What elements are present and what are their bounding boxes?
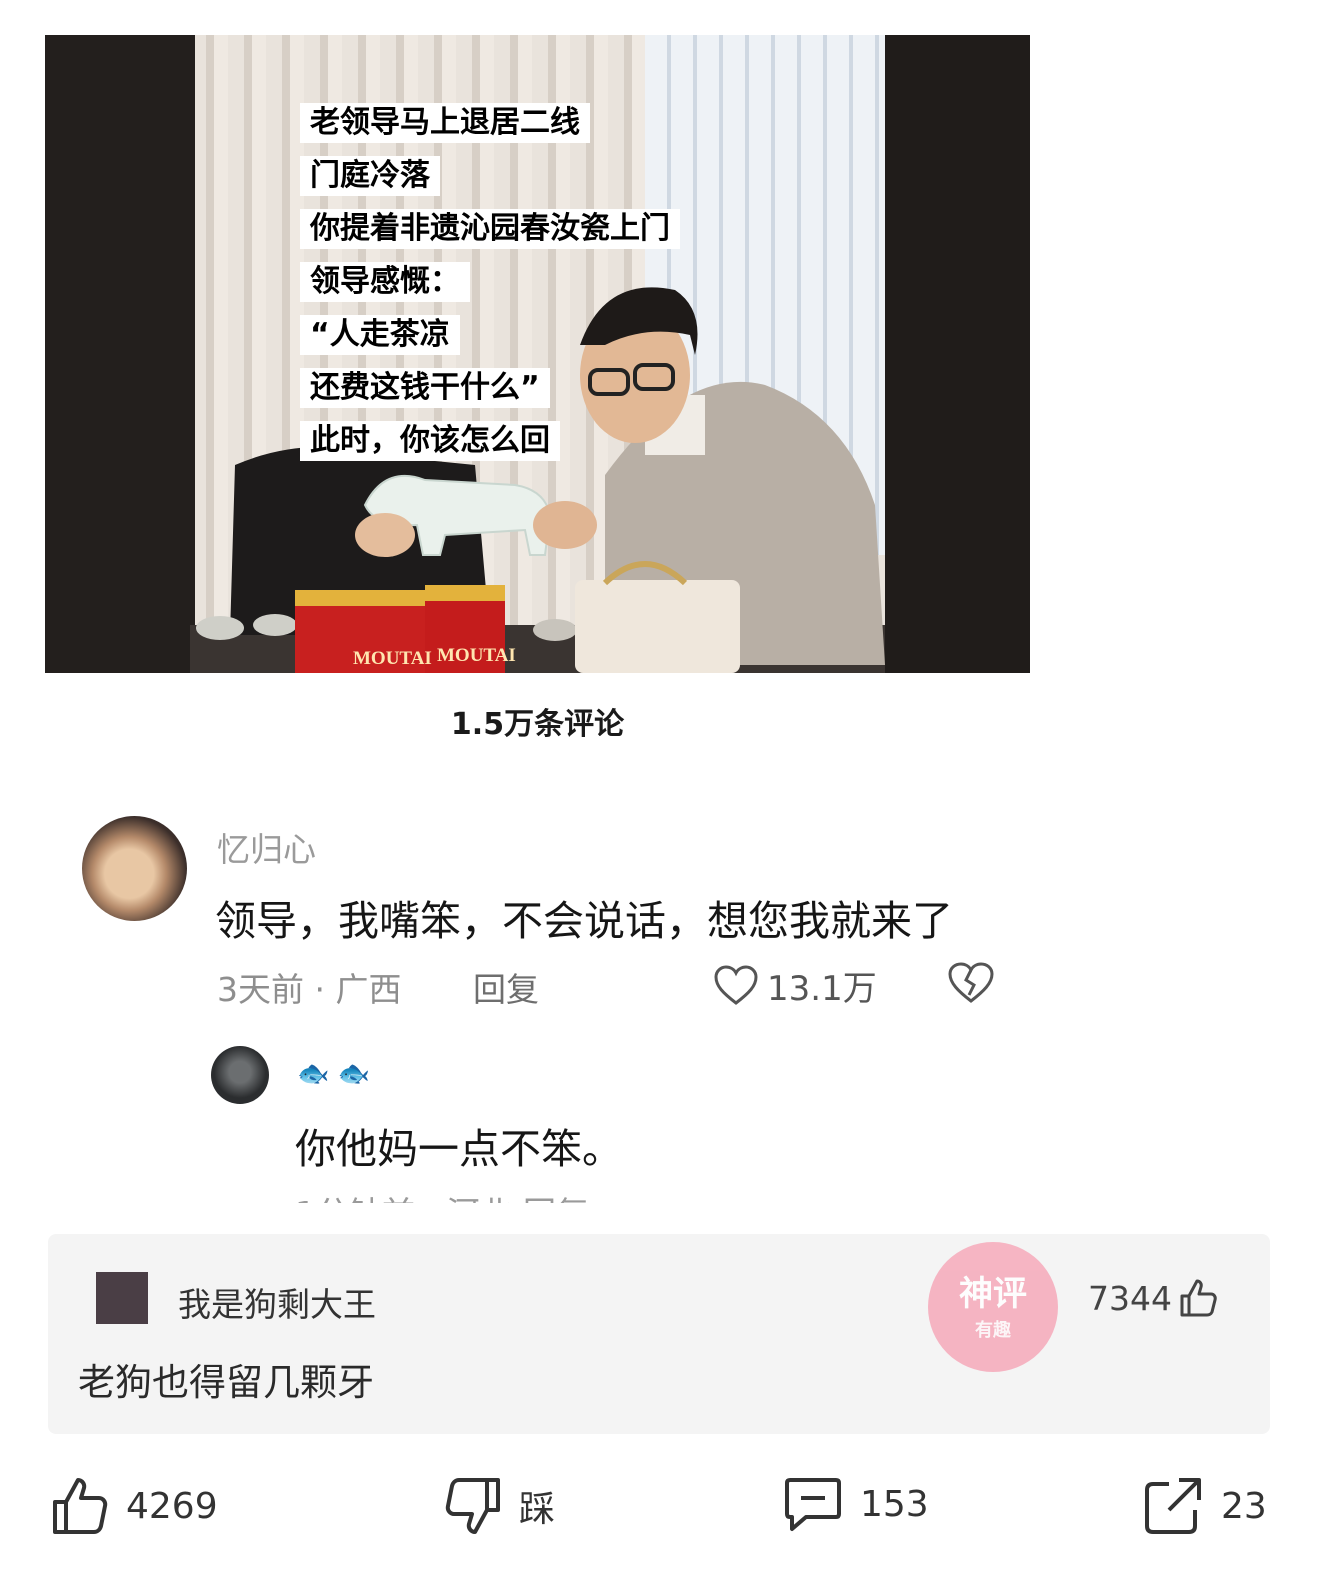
dislike-button[interactable]: 踩 <box>445 1476 555 1536</box>
caption-line: 此时，你该怎么回 <box>300 421 560 461</box>
god-comment-text: 老狗也得留几颗牙 <box>78 1361 374 1404</box>
god-comment-panel: 我是狗剩大王 老狗也得留几颗牙 神评 有趣 7344 <box>48 1234 1270 1434</box>
share-count: 23 <box>1221 1485 1267 1527</box>
comment-icon <box>785 1478 841 1531</box>
moutai-box-label-2: MOUTAI <box>437 645 516 666</box>
thumbs-up-icon <box>53 1478 108 1534</box>
comment-button[interactable]: 153 <box>784 1476 929 1532</box>
avatar[interactable] <box>96 1272 148 1324</box>
action-bar: 4269 踩 153 23 <box>0 1470 1320 1550</box>
caption-line: 领导感慨： <box>300 262 470 302</box>
caption-line: 你提着非遗沁园春汝瓷上门 <box>300 209 680 249</box>
god-comment-stamp: 神评 有趣 <box>928 1242 1058 1372</box>
share-button[interactable]: 23 <box>1143 1476 1267 1536</box>
stamp-subtitle: 有趣 <box>975 1320 1011 1341</box>
moutai-box-label-1: MOUTAI <box>353 648 432 669</box>
caption-line: “人走茶凉 <box>300 315 460 355</box>
post-screenshot: MOUTAI MOUTAI 老领导马上退居二线 门庭冷落 你提着非遗沁园春汝瓷上… <box>45 35 1030 1203</box>
comment-username[interactable]: 忆归心 <box>217 823 316 871</box>
reply-meta-cut-off: 1分钟前 · 河北 回复 <box>295 1187 589 1203</box>
comment-meta: 3天前 · 广西 <box>217 970 402 1009</box>
thumbs-up-icon <box>1180 1279 1217 1317</box>
like-count: 4269 <box>126 1485 218 1527</box>
god-comment-like-button[interactable]: 7344 <box>1088 1278 1218 1318</box>
video-caption: 老领导马上退居二线 门庭冷落 你提着非遗沁园春汝瓷上门 领导感慨： “人走茶凉 … <box>300 103 680 474</box>
stamp-title: 神评 <box>959 1274 1027 1314</box>
like-count: 7344 <box>1088 1278 1172 1318</box>
comment-count: 153 <box>860 1483 929 1525</box>
comment-like-button[interactable]: 13.1万 <box>713 961 877 1010</box>
comment-text: 领导，我嘴笨，不会说话，想您我就来了 <box>215 897 953 945</box>
caption-line: 还费这钱干什么” <box>300 368 550 408</box>
heart-icon <box>714 964 758 1005</box>
like-count: 13.1万 <box>767 969 877 1009</box>
comment-dislike-button[interactable] <box>947 961 995 1009</box>
share-icon <box>1145 1478 1201 1534</box>
broken-heart-icon <box>948 962 994 1003</box>
avatar[interactable] <box>82 816 187 921</box>
comment-count-title: 1.5万条评论 <box>450 707 625 742</box>
reply-text: 你他妈一点不笨。 <box>295 1125 623 1173</box>
avatar[interactable] <box>211 1046 269 1104</box>
video-frame[interactable]: MOUTAI MOUTAI 老领导马上退居二线 门庭冷落 你提着非遗沁园春汝瓷上… <box>45 35 1030 673</box>
caption-line: 老领导马上退居二线 <box>300 103 590 143</box>
caption-line: 门庭冷落 <box>300 156 440 196</box>
like-button[interactable]: 4269 <box>52 1476 218 1536</box>
reply-button[interactable]: 回复 <box>473 963 539 1011</box>
thumbs-down-icon <box>445 1478 500 1534</box>
god-comment-username[interactable]: 我是狗剩大王 <box>178 1278 376 1326</box>
dislike-label: 踩 <box>519 1489 556 1530</box>
reply-username-icons[interactable]: 🐟 🐟 <box>297 1059 370 1089</box>
